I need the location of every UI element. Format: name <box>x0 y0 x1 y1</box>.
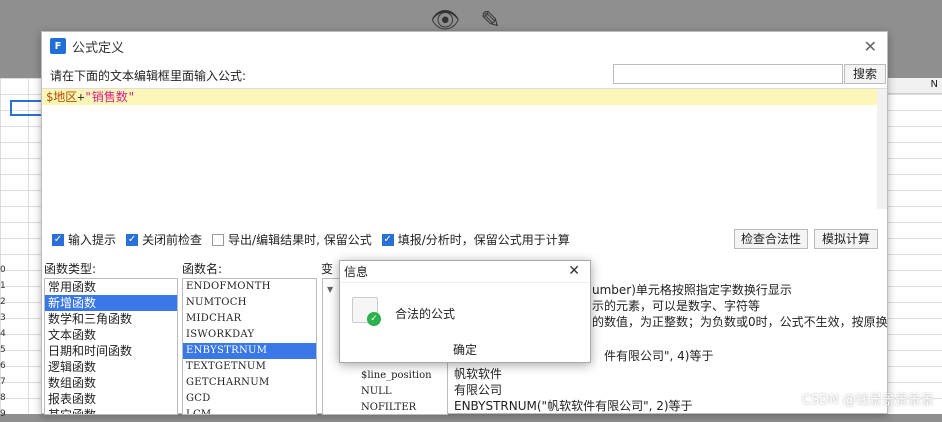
dialog-title: 公式定义 <box>72 40 125 56</box>
row-number: 4 <box>0 329 6 339</box>
app-logo-icon: F <box>50 38 66 54</box>
list-item[interactable]: 常用函数 <box>45 279 177 295</box>
info-popup: 信息 ✕ ✓ 合法的公式 确定 <box>339 260 591 363</box>
popup-titlebar: 信息 <box>340 261 590 283</box>
description-line: 示的元素，可以是数字、字符等 <box>592 299 761 313</box>
list-item[interactable]: MIDCHAR <box>183 311 316 327</box>
list-item[interactable]: 数学和三角函数 <box>45 311 177 327</box>
option-keep-formula-export[interactable]: 导出/编辑结果时, 保留公式 <box>212 231 372 248</box>
list-item[interactable]: 日期和时间函数 <box>45 343 177 359</box>
formula-editor[interactable]: $地区+"销售数" <box>42 88 887 238</box>
row-number: 7 <box>0 377 6 387</box>
row-number: 9 <box>0 409 6 419</box>
list-item[interactable]: TEXTGETNUM <box>183 359 316 375</box>
row-number: 1 <box>0 281 6 291</box>
option-check-on-close-label: 关闭前检查 <box>142 233 203 247</box>
column-header-label: N <box>930 79 938 90</box>
check-validity-button[interactable]: 检查合法性 <box>734 229 808 249</box>
description-line: umber)单元格按照指定字数换行显示 <box>592 283 792 297</box>
search-button[interactable]: 搜索 <box>844 64 886 84</box>
option-keep-formula-fill-label: 填报/分析时，保留公式用于计算 <box>397 233 570 247</box>
description-line: 帆软软件 <box>454 367 503 381</box>
description-line: 的数值，为正整数；为负数或0时，公式不生效，按原换 <box>592 315 888 329</box>
func-name-label: 函数名: <box>182 262 223 276</box>
description-line: 有限公司 <box>454 383 503 397</box>
toolbar-icons: 👁 ✎ <box>430 6 501 34</box>
dialog-titlebar: F 公式定义 <box>42 32 887 60</box>
check-icon: ✓ <box>367 312 381 326</box>
row-number: 5 <box>0 345 6 355</box>
simulate-button[interactable]: 模拟计算 <box>814 229 878 249</box>
list-item[interactable]: 新增函数 <box>45 295 177 311</box>
popup-title: 信息 <box>344 265 369 279</box>
list-item[interactable]: 报表函数 <box>45 391 177 407</box>
list-item[interactable]: $line_position <box>361 370 432 381</box>
list-item[interactable]: NULL <box>361 386 391 397</box>
sheet-right-column <box>886 78 942 414</box>
list-item[interactable]: ISWORKDAY <box>183 327 316 343</box>
variable-label: 变 <box>321 262 334 276</box>
list-item[interactable]: ENBYSTRNUM <box>183 343 316 359</box>
option-input-hint[interactable]: ✓ 输入提示 <box>52 231 116 248</box>
editor-prompt: 请在下面的文本编辑框里面输入公式: <box>50 69 247 83</box>
watermark: CSDN @钱景景景景景 <box>801 393 934 408</box>
row-number: 3 <box>0 313 6 323</box>
option-check-on-close[interactable]: ✓ 关闭前检查 <box>126 231 202 248</box>
option-keep-formula-fill[interactable]: ✓ 填报/分析时，保留公式用于计算 <box>381 231 570 248</box>
row-number: 0 <box>0 265 6 275</box>
description-line: ENBYSTRNUM("帆软软件有限公司", 2)等于 <box>454 399 693 413</box>
list-item[interactable]: GCD <box>183 391 316 407</box>
selected-cell[interactable] <box>10 100 44 116</box>
editor-scrollbar[interactable] <box>877 89 887 209</box>
checkbox-check-on-close[interactable]: ✓ <box>126 233 139 246</box>
expand-arrow-icon[interactable]: ▼ <box>327 285 333 294</box>
func-name-list[interactable]: ENDOFMONTH NUMTOCH MIDCHAR ISWORKDAY ENB… <box>182 278 317 415</box>
search-input[interactable] <box>613 64 843 84</box>
list-item[interactable]: NUMTOCH <box>183 295 316 311</box>
close-icon[interactable]: ✕ <box>864 37 877 56</box>
options-row: ✓ 输入提示 ✓ 关闭前检查 导出/编辑结果时, 保留公式 ✓ 填报/分析时，保… <box>52 231 580 248</box>
option-keep-formula-export-label: 导出/编辑结果时, 保留公式 <box>228 233 372 247</box>
close-icon[interactable]: ✕ <box>568 263 580 279</box>
formula-string: "销售数" <box>84 90 135 104</box>
popup-message: 合法的公式 <box>395 307 456 321</box>
option-input-hint-label: 输入提示 <box>68 233 117 247</box>
list-item[interactable]: NOFILTER <box>361 402 416 413</box>
checkbox-input-hint[interactable]: ✓ <box>52 233 64 246</box>
row-number: 6 <box>0 361 6 371</box>
checkbox-keep-formula-fill[interactable]: ✓ <box>381 233 394 246</box>
formula-line[interactable]: $地区+"销售数" <box>42 89 887 105</box>
row-numbers: 0 1 2 3 4 5 6 7 8 9 <box>0 262 12 422</box>
row-number: 8 <box>0 393 6 403</box>
row-number: 2 <box>0 297 6 307</box>
pencil-icon[interactable]: ✎ <box>480 6 500 34</box>
preview-off-icon[interactable]: 👁 <box>430 6 460 34</box>
ok-button[interactable]: 确定 <box>448 341 482 359</box>
list-item[interactable]: 逻辑函数 <box>45 359 177 375</box>
func-type-list[interactable]: 常用函数 新增函数 数学和三角函数 文本函数 日期和时间函数 逻辑函数 数组函数… <box>44 278 178 415</box>
success-icon: ✓ <box>352 297 381 326</box>
checkbox-keep-formula-export[interactable] <box>212 233 225 246</box>
list-item[interactable]: 数组函数 <box>45 375 177 391</box>
func-type-label: 函数类型: <box>44 262 97 276</box>
formula-variable: $地区 <box>46 90 78 104</box>
column-header: N <box>886 78 942 94</box>
list-item[interactable]: ENDOFMONTH <box>183 279 316 295</box>
list-item[interactable]: GETCHARNUM <box>183 375 316 391</box>
description-line: 件有限公司", 4)等于 <box>604 349 714 363</box>
list-item[interactable]: 文本函数 <box>45 327 177 343</box>
